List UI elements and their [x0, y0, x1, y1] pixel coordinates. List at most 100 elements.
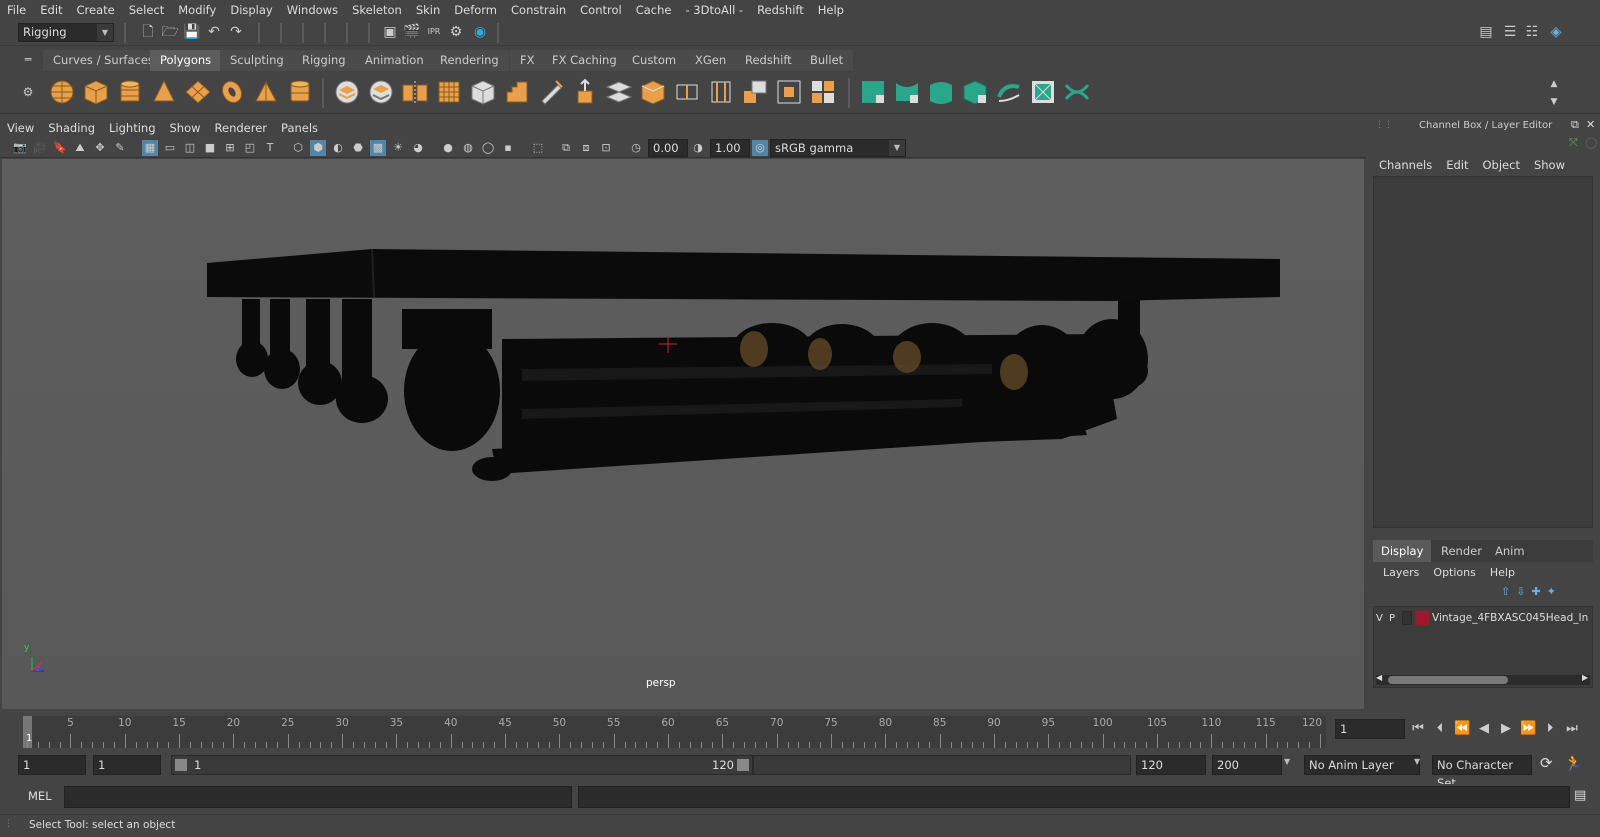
uv-spherical-map-icon[interactable] [926, 77, 956, 107]
shadows-icon[interactable]: ◕ [410, 140, 426, 156]
scrollbar-thumb[interactable] [1388, 676, 1508, 684]
ipr-render-icon[interactable]: IPR [424, 22, 444, 42]
offset-edge-loop-icon[interactable] [706, 77, 736, 107]
textured-icon[interactable]: ▩ [370, 140, 386, 156]
poly-cylinder-icon[interactable] [115, 77, 145, 107]
range-slider[interactable]: 1 120 [171, 755, 753, 775]
play-forwards-icon[interactable]: ▶ [1498, 721, 1514, 737]
tab-sculpting[interactable]: Sculpting [220, 50, 294, 71]
auto-key-icon[interactable]: ⟳ [1540, 754, 1553, 772]
3d-viewport[interactable]: y z persp [2, 159, 1364, 709]
menu-3dtoall[interactable]: - 3DtoAll - [678, 0, 750, 20]
show-menu[interactable]: Show [1534, 158, 1565, 172]
tab-animation[interactable]: Animation [355, 50, 434, 71]
layer-playback-toggle[interactable]: P [1389, 613, 1399, 624]
anti-aliasing-icon[interactable]: ◯ [480, 140, 496, 156]
default-lighting-icon[interactable]: ◐ [330, 140, 346, 156]
menu-deform[interactable]: Deform [447, 0, 504, 20]
render-settings-icon[interactable]: ⚙ [446, 22, 466, 42]
menu-display[interactable]: Display [223, 0, 279, 20]
range-start-handle[interactable] [175, 759, 187, 771]
layer-scrollbar[interactable]: ◀ ▶ [1376, 673, 1590, 685]
step-forward-frame-icon[interactable]: ⏵ [1542, 721, 1558, 737]
layer-row[interactable]: V P Vintage_4FBXASC045Head_Indo [1376, 609, 1590, 627]
step-back-frame-icon[interactable]: ⏴ [1432, 721, 1448, 737]
menu-skin[interactable]: Skin [409, 0, 447, 20]
new-scene-icon[interactable]: 🗋 [138, 22, 158, 42]
layer-type-toggle[interactable] [1402, 611, 1412, 625]
gate-mask-icon[interactable]: ■ [202, 140, 218, 156]
layers-menu[interactable]: Layers [1383, 566, 1419, 579]
channel-box-list[interactable] [1373, 176, 1593, 528]
two-d-pan-zoom-icon[interactable]: ✥ [92, 140, 108, 156]
shelf-menu-icon[interactable]: ═ [18, 50, 38, 70]
tab-bullet[interactable]: Bullet [800, 50, 854, 71]
open-scene-icon[interactable]: 🗁 [160, 22, 180, 42]
move-layer-down-icon[interactable]: ⇩ [1516, 585, 1525, 598]
poly-sphere-icon[interactable] [47, 77, 77, 107]
insert-edge-loop-icon[interactable] [672, 77, 702, 107]
render-frame-icon[interactable]: 🎬 [402, 22, 422, 42]
xray-components-icon[interactable]: ⊡ [598, 140, 614, 156]
menu-modify[interactable]: Modify [171, 0, 223, 20]
script-editor-icon[interactable]: ▤ [1574, 788, 1586, 803]
chevron-down-icon[interactable]: ▼ [1284, 757, 1290, 766]
redo-icon[interactable]: ↷ [226, 22, 246, 42]
menu-constrain[interactable]: Constrain [504, 0, 573, 20]
shelf-scroll-down-icon[interactable]: ▼ [1544, 92, 1564, 112]
tab-rigging[interactable]: Rigging [292, 50, 356, 71]
drag-handle-icon[interactable]: ⋮⋮ [1375, 120, 1393, 132]
exposure-field[interactable]: 0.00 [648, 139, 688, 157]
gamma-icon[interactable]: ◑ [690, 140, 706, 156]
camera-attributes-icon[interactable]: 🎥 [32, 140, 48, 156]
poly-cone-icon[interactable] [149, 77, 179, 107]
render-view-icon[interactable]: ▣ [380, 22, 400, 42]
select-camera-icon[interactable]: 📷 [12, 140, 28, 156]
depth-of-field-icon[interactable]: ▪ [500, 140, 516, 156]
scroll-left-icon[interactable]: ◀ [1376, 673, 1382, 682]
multi-cut-icon[interactable] [536, 77, 566, 107]
menu-windows[interactable]: Windows [280, 0, 345, 20]
tab-xgen[interactable]: XGen [685, 50, 737, 71]
step-forward-key-icon[interactable]: ⏩ [1520, 721, 1536, 737]
bevel-icon[interactable] [638, 77, 668, 107]
scroll-right-icon[interactable]: ▶ [1582, 673, 1588, 682]
viewport-menu-lighting[interactable]: Lighting [102, 118, 162, 138]
channel-box-icon[interactable]: ◈ [1546, 22, 1566, 42]
color-space-dropdown[interactable]: sRGB gamma ▼ [770, 139, 906, 157]
tool-settings-icon[interactable]: ☷ [1522, 22, 1542, 42]
color-management-icon[interactable]: ◎ [752, 140, 768, 156]
combine-icon[interactable] [332, 77, 362, 107]
new-layer-icon[interactable]: ✚ [1531, 585, 1540, 598]
extrude-icon[interactable] [570, 77, 600, 107]
image-plane-icon[interactable]: ⛰ [72, 140, 88, 156]
poly-plane-icon[interactable] [183, 77, 213, 107]
animation-end-field[interactable]: 200 [1212, 755, 1282, 775]
preferences-icon[interactable]: 🏃 [1564, 754, 1583, 772]
menu-redshift[interactable]: Redshift [750, 0, 811, 20]
viewport-menu-panels[interactable]: Panels [274, 118, 325, 138]
ambient-occlusion-icon[interactable]: ● [440, 140, 456, 156]
gamma-field[interactable]: 1.00 [710, 139, 750, 157]
menu-control[interactable]: Control [573, 0, 629, 20]
shelf-scroll-up-icon[interactable]: ▲ [1544, 74, 1564, 94]
menu-select[interactable]: Select [122, 0, 171, 20]
timeline-ruler[interactable]: 1 5 10 15 20 25 30 35 40 45 50 55 60 65 70 75 80 85 90 95 1… [23, 716, 1326, 748]
remesh-icon[interactable] [502, 77, 532, 107]
reduce-icon[interactable] [468, 77, 498, 107]
poly-torus-icon[interactable] [217, 77, 247, 107]
options-menu[interactable]: Options [1433, 566, 1475, 579]
poly-pyramid-icon[interactable] [251, 77, 281, 107]
anim-layer-dropdown[interactable]: No Anim Layer [1304, 755, 1420, 775]
exposure-icon[interactable]: ◷ [628, 140, 644, 156]
channels-menu[interactable]: Channels [1379, 158, 1432, 172]
layer-color-swatch[interactable] [1415, 611, 1429, 625]
help-menu[interactable]: Help [1490, 566, 1515, 579]
playback-start-field[interactable]: 1 [93, 755, 161, 775]
resolution-gate-icon[interactable]: ◫ [182, 140, 198, 156]
time-slider[interactable]: 1 5 10 15 20 25 30 35 40 45 50 55 60 65 70 75 80 85 90 95 1… [0, 712, 1600, 752]
go-to-start-icon[interactable]: ⏮ [1410, 721, 1426, 737]
current-frame-field[interactable]: 1 [1335, 719, 1405, 739]
menu-file[interactable]: File [0, 0, 33, 20]
menu-edit[interactable]: Edit [33, 0, 69, 20]
